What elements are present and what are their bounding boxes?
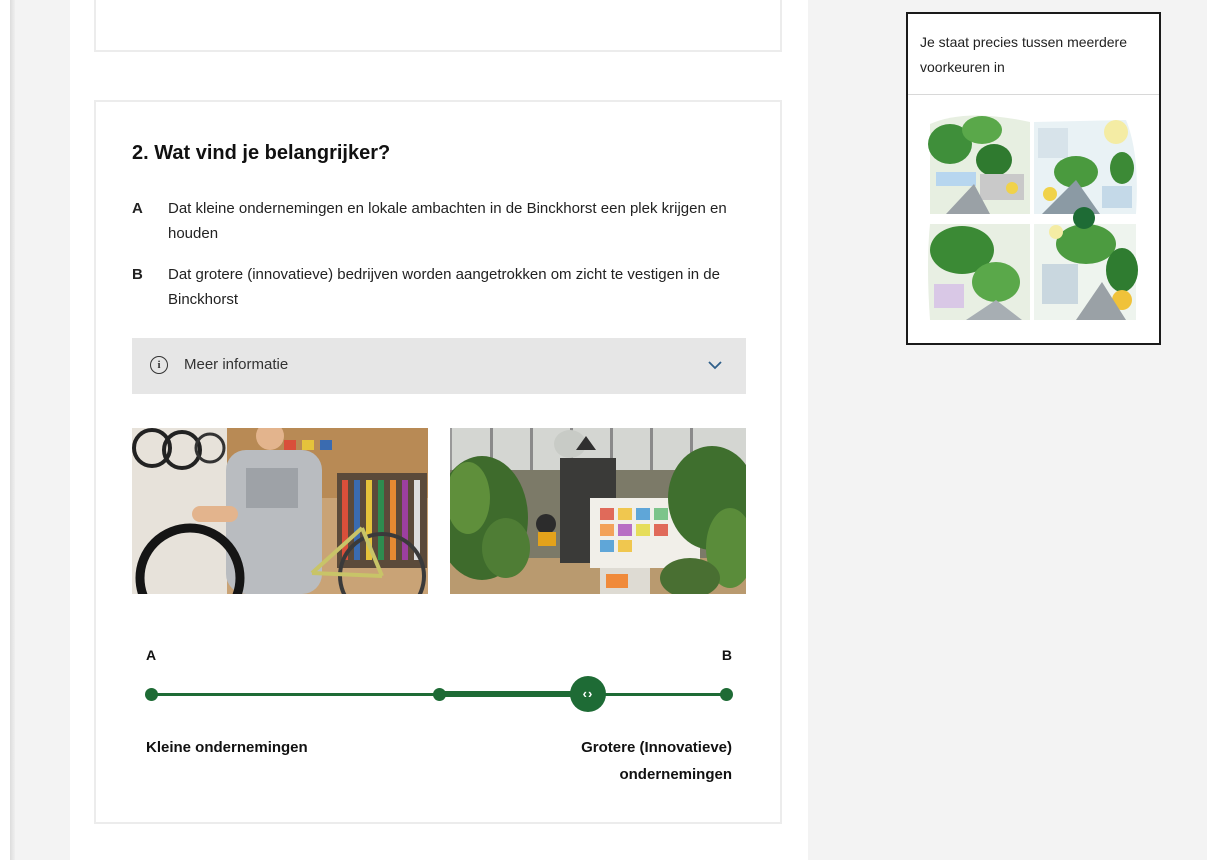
preference-map <box>926 114 1142 326</box>
chevron-down-icon[interactable] <box>706 356 724 374</box>
drag-arrows-icon: ‹› <box>582 686 594 701</box>
slider-label-a: A <box>146 647 157 663</box>
more-info-label: Meer informatie <box>184 356 289 373</box>
divider <box>908 94 1159 95</box>
result-panel: Je staat precies tussen meerdere voorkeu… <box>906 12 1161 345</box>
slider-stop-start[interactable] <box>145 688 158 701</box>
slider-stop-middle[interactable] <box>433 688 446 701</box>
slider-caption-b-line2: ondernemingen <box>619 766 732 783</box>
more-info-accordion[interactable]: i Meer informatie <box>132 338 746 394</box>
photo-bike-workshop <box>132 428 428 594</box>
position-marker <box>1073 207 1095 229</box>
map-quadrant-top-left <box>928 115 1030 214</box>
map-quadrant-top-right <box>1034 120 1137 214</box>
slider-label-b: B <box>721 647 732 663</box>
question-title: 2. Wat vind je belangrijker? <box>132 142 391 164</box>
slider-caption-b-line1: Grotere (Innovatieve) <box>581 739 732 756</box>
option-text: Dat grotere (innovatieve) bedrijven word… <box>168 266 720 308</box>
slider-selected-range <box>439 691 589 697</box>
window-edge-shadow <box>10 0 15 860</box>
question-card: 2. Wat vind je belangrijker? A Dat klein… <box>94 100 782 824</box>
info-icon: i <box>150 356 168 374</box>
map-quadrant-bottom-left <box>928 224 1030 320</box>
option-key: A <box>132 200 143 217</box>
result-text: Je staat precies tussen meerdere voorkeu… <box>920 34 1127 75</box>
slider-thumb[interactable]: ‹› <box>570 676 606 712</box>
option-a: A Dat kleine ondernemingen en lokale amb… <box>132 196 732 246</box>
previous-question-card <box>94 0 782 52</box>
option-key: B <box>132 266 143 283</box>
photo-office-plants <box>450 428 746 594</box>
slider-caption-b: Grotere (Innovatieve) ondernemingen <box>512 734 732 788</box>
option-text: Dat kleine ondernemingen en lokale ambac… <box>168 200 727 242</box>
map-quadrant-bottom-right <box>1034 224 1138 320</box>
slider-caption-a: Kleine ondernemingen <box>146 739 308 756</box>
slider-stop-end[interactable] <box>720 688 733 701</box>
option-b: B Dat grotere (innovatieve) bedrijven wo… <box>132 262 732 312</box>
